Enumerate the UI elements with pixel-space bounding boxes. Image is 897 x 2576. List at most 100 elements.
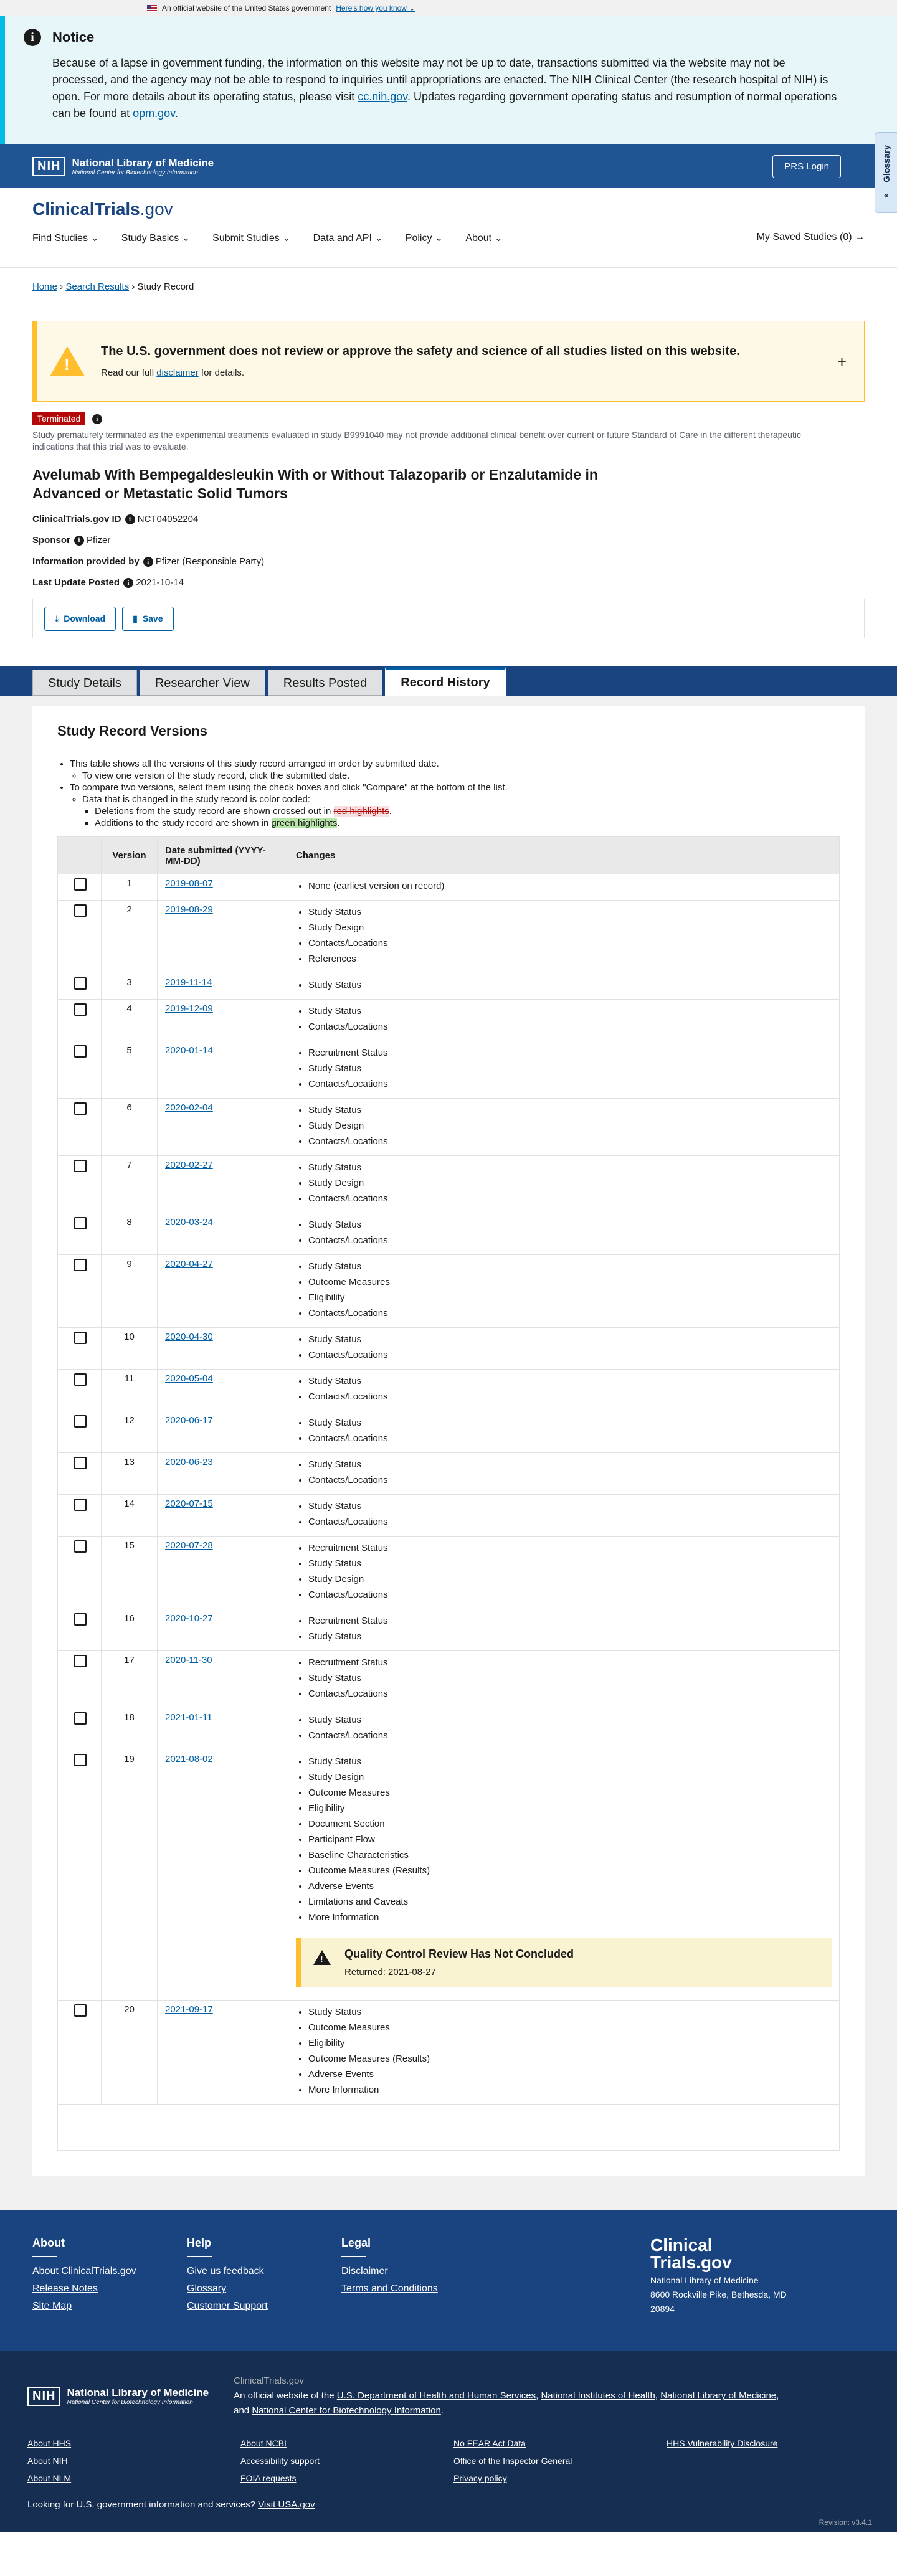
version-checkbox[interactable] <box>74 1003 87 1016</box>
version-date-link[interactable]: 2019-08-07 <box>165 878 213 889</box>
nav-study-basics[interactable]: Study Basics ⌄ <box>121 232 190 244</box>
footer-link-oig[interactable]: Office of the Inspector General <box>453 2456 667 2466</box>
version-checkbox[interactable] <box>74 1712 87 1725</box>
footer-link-foia[interactable]: FOIA requests <box>240 2473 453 2483</box>
info-provided-icon[interactable]: i <box>143 557 153 567</box>
id-info-icon[interactable]: i <box>125 514 135 525</box>
tab-researcher-view[interactable]: Researcher View <box>139 670 265 696</box>
version-date-link[interactable]: 2021-01-11 <box>165 1712 212 1723</box>
nih-link[interactable]: National Institutes of Health <box>541 2390 655 2401</box>
footer-link-accessibility[interactable]: Accessibility support <box>240 2456 453 2466</box>
nav-submit-studies[interactable]: Submit Studies ⌄ <box>212 232 290 244</box>
footer-link-hhs-vuln[interactable]: HHS Vulnerability Disclosure <box>667 2438 880 2448</box>
changes-list: Recruitment StatusStudy StatusContacts/L… <box>296 1045 832 1092</box>
version-checkbox[interactable] <box>74 1102 87 1115</box>
opm-link[interactable]: opm.gov <box>133 107 175 120</box>
ncbi-link[interactable]: National Center for Biotechnology Inform… <box>252 2405 441 2416</box>
cc-nih-link[interactable]: cc.nih.gov <box>358 90 407 103</box>
disclaimer-link[interactable]: disclaimer <box>156 367 199 378</box>
nav-find-studies[interactable]: Find Studies ⌄ <box>32 232 99 244</box>
nlm-link[interactable]: National Library of Medicine <box>660 2390 776 2401</box>
breadcrumb-home[interactable]: Home <box>32 282 57 292</box>
version-date-link[interactable]: 2020-03-24 <box>165 1217 213 1228</box>
version-checkbox[interactable] <box>74 1415 87 1428</box>
footer-link-about-nih[interactable]: About NIH <box>27 2456 240 2466</box>
footer-nlm-logo[interactable]: NIH National Library of Medicine Nationa… <box>27 2374 209 2418</box>
version-date-link[interactable]: 2021-09-17 <box>165 2004 213 2015</box>
version-checkbox[interactable] <box>74 1457 87 1470</box>
footer-link[interactable]: Disclaimer <box>341 2266 496 2277</box>
footer-link-about-ncbi[interactable]: About NCBI <box>240 2438 453 2448</box>
version-checkbox[interactable] <box>74 2004 87 2017</box>
version-date-link[interactable]: 2020-06-17 <box>165 1415 213 1426</box>
footer-link-privacy[interactable]: Privacy policy <box>453 2473 667 2483</box>
version-date-link[interactable]: 2019-08-29 <box>165 904 213 915</box>
footer-link[interactable]: Give us feedback <box>187 2266 341 2277</box>
footer-link[interactable]: About ClinicalTrials.gov <box>32 2266 187 2277</box>
version-checkbox[interactable] <box>74 1754 87 1767</box>
version-checkbox[interactable] <box>74 1160 87 1173</box>
status-info-icon[interactable]: i <box>92 414 102 424</box>
site-title[interactable]: ClinicalTrials.gov <box>32 199 865 219</box>
version-date-link[interactable]: 2019-11-14 <box>165 977 212 988</box>
version-date-link[interactable]: 2020-04-30 <box>165 1332 213 1342</box>
sponsor-info-icon[interactable]: i <box>74 536 84 546</box>
version-checkbox[interactable] <box>74 1499 87 1512</box>
prs-login-button[interactable]: PRS Login <box>772 154 841 178</box>
version-date-link[interactable]: 2020-07-28 <box>165 1540 213 1551</box>
nav-policy[interactable]: Policy ⌄ <box>406 232 444 244</box>
footer-link[interactable]: Release Notes <box>32 2283 187 2294</box>
footer-link[interactable]: Terms and Conditions <box>341 2283 496 2294</box>
version-checkbox[interactable] <box>74 1217 87 1230</box>
version-checkbox[interactable] <box>74 1259 87 1272</box>
footer-link[interactable]: Glossary <box>187 2283 341 2294</box>
version-checkbox[interactable] <box>74 1332 87 1345</box>
version-date-link[interactable]: 2021-08-02 <box>165 1754 213 1764</box>
glossary-tab[interactable]: Glossary « <box>875 132 897 213</box>
version-date-link[interactable]: 2019-12-09 <box>165 1003 213 1014</box>
version-date-link[interactable]: 2020-11-30 <box>165 1655 212 1665</box>
hhs-link[interactable]: U.S. Department of Health and Human Serv… <box>337 2390 536 2401</box>
nav-about[interactable]: About ⌄ <box>465 232 503 244</box>
version-checkbox[interactable] <box>74 1613 87 1626</box>
footer-link-about-nlm[interactable]: About NLM <box>27 2473 240 2483</box>
footer-link[interactable]: Customer Support <box>187 2301 341 2312</box>
tab-study-details[interactable]: Study Details <box>32 670 137 696</box>
footer-link-about-hhs[interactable]: About HHS <box>27 2438 240 2448</box>
change-item: Study Design <box>308 920 832 935</box>
save-button[interactable]: ▮ Save <box>122 606 174 631</box>
version-date-link[interactable]: 2020-02-04 <box>165 1102 213 1113</box>
version-checkbox[interactable] <box>74 1373 87 1386</box>
version-date-link[interactable]: 2020-07-15 <box>165 1499 213 1509</box>
footer-link[interactable]: Site Map <box>32 2301 187 2312</box>
warning-icon: ! <box>313 1950 331 1966</box>
version-date-link[interactable]: 2020-02-27 <box>165 1160 213 1170</box>
breadcrumb-search-results[interactable]: Search Results <box>65 282 129 292</box>
change-item: Contacts/Locations <box>308 1019 832 1035</box>
my-saved-studies-link[interactable]: My Saved Studies (0) → <box>757 232 865 244</box>
change-item: References <box>308 951 832 967</box>
version-checkbox[interactable] <box>74 977 87 990</box>
update-info-icon[interactable]: i <box>123 578 134 589</box>
tab-results-posted[interactable]: Results Posted <box>267 670 383 696</box>
version-date-link[interactable]: 2020-10-27 <box>165 1613 213 1624</box>
nav-data-api[interactable]: Data and API ⌄ <box>313 232 383 244</box>
usa-gov-link[interactable]: Visit USA.gov <box>258 2499 315 2510</box>
version-checkbox[interactable] <box>74 878 87 891</box>
version-checkbox[interactable] <box>74 1045 87 1058</box>
download-button[interactable]: ⤓ Download <box>44 606 116 631</box>
footer-link-no-fear[interactable]: No FEAR Act Data <box>453 2438 667 2448</box>
heres-how-you-know-link[interactable]: Here's how you know ⌄ <box>336 4 415 12</box>
version-checkbox[interactable] <box>74 1540 87 1553</box>
version-number: 15 <box>101 1536 158 1609</box>
version-checkbox[interactable] <box>74 1655 87 1668</box>
version-date-link[interactable]: 2020-06-23 <box>165 1457 213 1467</box>
tab-record-history[interactable]: Record History <box>385 667 506 696</box>
version-date-link[interactable]: 2020-01-14 <box>165 1045 213 1056</box>
version-number: 3 <box>101 973 158 1000</box>
expand-plus-icon[interactable]: + <box>837 353 847 372</box>
version-date-link[interactable]: 2020-04-27 <box>165 1259 213 1269</box>
version-date-link[interactable]: 2020-05-04 <box>165 1373 213 1384</box>
nlm-logo[interactable]: NIH National Library of Medicine Nationa… <box>32 156 214 176</box>
version-checkbox[interactable] <box>74 904 87 917</box>
